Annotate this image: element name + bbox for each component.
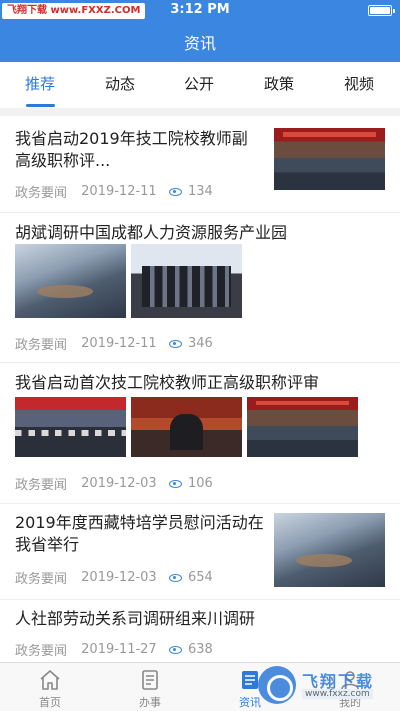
article-date: 2019-11-27 [81, 642, 157, 657]
article-meta: 政务要闻 2019-11-27 638 [15, 640, 213, 659]
article-thumbnail [274, 513, 385, 587]
tab-recommend[interactable]: 推荐 [10, 62, 70, 108]
article-image [15, 244, 126, 318]
article-source: 政务要闻 [15, 338, 68, 353]
article-image [131, 244, 242, 318]
eye-icon [168, 479, 182, 488]
tab-news[interactable]: 动态 [90, 62, 150, 108]
eye-icon [168, 187, 182, 196]
article-source: 政务要闻 [15, 478, 68, 493]
article-image [247, 397, 358, 457]
article-title: 我省启动首次技工院校教师正高级职称评审 [15, 373, 320, 392]
battery-icon [368, 5, 395, 16]
article-source: 政务要闻 [15, 572, 68, 587]
article-item[interactable]: 我省启动2019年技工院校教师副高级职称评... 政务要闻 2019-12-11… [0, 116, 400, 213]
article-title: 胡斌调研中国成都人力资源服务产业园 [15, 223, 288, 242]
bottom-tab-label: 办事 [139, 696, 161, 709]
article-date: 2019-12-03 [81, 570, 157, 585]
article-title: 2019年度西藏特培学员慰问活动在我省举行 [15, 513, 264, 554]
article-meta: 政务要闻 2019-12-11 346 [15, 334, 213, 353]
news-feed[interactable]: 我省启动2019年技工院校教师副高级职称评... 政务要闻 2019-12-11… [0, 116, 400, 662]
article-source: 政务要闻 [15, 186, 68, 201]
bottom-tab-services[interactable]: 办事 [100, 663, 200, 711]
article-thumbnail [274, 128, 385, 190]
document-icon [142, 670, 158, 690]
site-watermark: 飞翔下载 www.fxxz.com [258, 664, 398, 706]
article-views: 638 [188, 642, 213, 657]
page-title: 资讯 [183, 34, 216, 53]
article-source: 政务要闻 [15, 644, 68, 659]
tab-public[interactable]: 公开 [169, 62, 229, 108]
status-bar: 飞翔下载 www.FXXZ.COM 3:12 PM [0, 0, 400, 22]
bottom-tab-home[interactable]: 首页 [0, 663, 100, 711]
article-views: 346 [188, 336, 213, 351]
article-views: 654 [188, 570, 213, 585]
article-title: 人社部劳动关系司调研组来川调研 [15, 609, 256, 628]
eye-icon [168, 573, 182, 582]
article-item[interactable]: 2019年度西藏特培学员慰问活动在我省举行 政务要闻 2019-12-03 65… [0, 504, 400, 600]
article-image [15, 397, 126, 457]
article-meta: 政务要闻 2019-12-11 134 [15, 182, 213, 201]
watermark-logo-icon [258, 666, 296, 704]
watermark-url: www.fxxz.com [302, 689, 373, 699]
divider [0, 108, 400, 116]
eye-icon [168, 339, 182, 348]
article-item[interactable]: 胡斌调研中国成都人力资源服务产业园 政务要闻 2019-12-11 346 [0, 213, 400, 363]
top-bar: 飞翔下载 www.FXXZ.COM 3:12 PM 资讯 [0, 0, 400, 62]
eye-icon [168, 645, 182, 654]
article-title: 我省启动2019年技工院校教师副高级职称评... [15, 129, 248, 170]
tab-policy[interactable]: 政策 [249, 62, 309, 108]
article-date: 2019-12-11 [81, 184, 157, 199]
status-time: 3:12 PM [170, 2, 230, 17]
home-icon [40, 670, 60, 690]
article-image [131, 397, 242, 457]
article-views: 106 [188, 476, 213, 491]
article-meta: 政务要闻 2019-12-03 106 [15, 474, 213, 493]
article-item[interactable]: 人社部劳动关系司调研组来川调研 政务要闻 2019-11-27 638 [0, 600, 400, 662]
article-date: 2019-12-03 [81, 476, 157, 491]
category-tabs: 推荐 动态 公开 政策 视频 [0, 62, 400, 108]
article-date: 2019-12-11 [81, 336, 157, 351]
bottom-tab-label: 首页 [39, 696, 61, 709]
article-meta: 政务要闻 2019-12-03 654 [15, 568, 213, 587]
tab-video[interactable]: 视频 [329, 62, 389, 108]
article-item[interactable]: 我省启动首次技工院校教师正高级职称评审 政务要闻 2019-12-03 106 [0, 363, 400, 504]
active-tab-indicator [26, 104, 55, 107]
article-views: 134 [188, 184, 213, 199]
